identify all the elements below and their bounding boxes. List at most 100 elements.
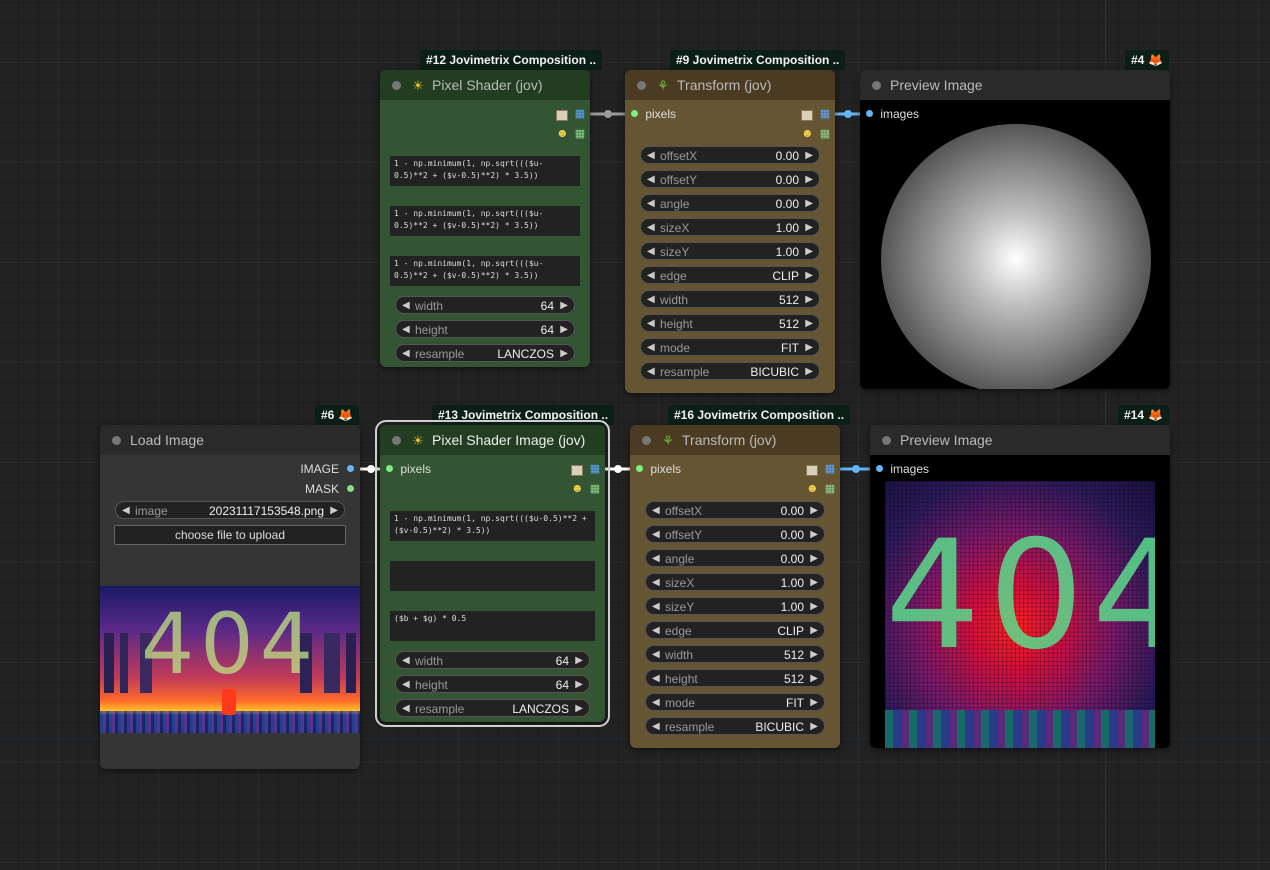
decrement-arrow-icon[interactable]: ◀ [647, 195, 655, 213]
decrement-arrow-icon[interactable]: ◀ [402, 297, 410, 315]
mask-output-icon[interactable]: ☻ [556, 127, 569, 139]
decrement-arrow-icon[interactable]: ◀ [402, 652, 410, 670]
input-dot-icon[interactable] [876, 465, 883, 473]
increment-arrow-icon[interactable]: ▶ [575, 700, 583, 718]
upload-button[interactable]: choose file to upload [114, 525, 346, 545]
increment-arrow-icon[interactable]: ▶ [810, 622, 818, 640]
expression-field-r[interactable]: 1 - np.minimum(1, np.sqrt((($u-0.5)**2 +… [390, 511, 595, 541]
decrement-arrow-icon[interactable]: ◀ [402, 676, 410, 694]
transform-widget[interactable]: ◀ edge CLIP ▶ [645, 621, 825, 639]
increment-arrow-icon[interactable]: ▶ [810, 646, 818, 664]
image-output-icon[interactable] [556, 110, 568, 121]
transform-widget[interactable]: ◀ angle 0.00 ▶ [640, 194, 820, 212]
input-dot-icon[interactable] [631, 110, 638, 118]
output-dot-icon[interactable] [347, 465, 354, 473]
increment-arrow-icon[interactable]: ▶ [810, 574, 818, 592]
transform-widget[interactable]: ◀ sizeY 1.00 ▶ [645, 597, 825, 615]
collapse-dot-icon[interactable] [637, 80, 646, 90]
increment-arrow-icon[interactable]: ▶ [810, 526, 818, 544]
transform-widget[interactable]: ◀ sizeY 1.00 ▶ [640, 242, 820, 260]
increment-arrow-icon[interactable]: ▶ [560, 345, 568, 363]
increment-arrow-icon[interactable]: ▶ [805, 243, 813, 261]
decrement-arrow-icon[interactable]: ◀ [652, 670, 660, 688]
decrement-arrow-icon[interactable]: ◀ [122, 502, 130, 520]
mask-output-icon[interactable]: ☻ [801, 127, 814, 139]
grid-mask-output-icon[interactable]: ▦ [574, 129, 586, 140]
transform-widget[interactable]: ◀ sizeX 1.00 ▶ [645, 573, 825, 591]
increment-arrow-icon[interactable]: ▶ [575, 676, 583, 694]
transform-widget[interactable]: ◀ height 512 ▶ [640, 314, 820, 332]
collapse-dot-icon[interactable] [112, 435, 121, 445]
increment-arrow-icon[interactable]: ▶ [810, 502, 818, 520]
node-transform-16[interactable]: ⚘ Transform (jov) pixels ▦ ☻ ▦ ◀ offsetX 0.… [630, 425, 840, 748]
mask-output-slot[interactable]: MASK [305, 482, 354, 496]
transform-widget[interactable]: ◀ offsetX 0.00 ▶ [640, 146, 820, 164]
grid-output-icon[interactable]: ▦ [819, 109, 831, 120]
decrement-arrow-icon[interactable]: ◀ [652, 526, 660, 544]
transform-widget[interactable]: ◀ offsetX 0.00 ▶ [645, 501, 825, 519]
transform-widget[interactable]: ◀ angle 0.00 ▶ [645, 549, 825, 567]
image-output-icon[interactable] [806, 465, 818, 476]
increment-arrow-icon[interactable]: ▶ [810, 598, 818, 616]
images-input-slot[interactable]: images [876, 462, 929, 476]
node-transform-9[interactable]: ⚘ Transform (jov) pixels ▦ ☻ ▦ ◀ offsetX 0.… [625, 70, 835, 393]
node-preview-image-4[interactable]: Preview Image images [860, 70, 1170, 389]
decrement-arrow-icon[interactable]: ◀ [647, 363, 655, 381]
pixels-input-slot[interactable]: pixels [636, 462, 681, 476]
transform-widget[interactable]: ◀ mode FIT ▶ [640, 338, 820, 356]
increment-arrow-icon[interactable]: ▶ [810, 694, 818, 712]
decrement-arrow-icon[interactable]: ◀ [647, 267, 655, 285]
expression-field-b[interactable]: ($b + $g) * 0.5 [390, 611, 595, 641]
collapse-dot-icon[interactable] [882, 435, 891, 445]
expression-field-r[interactable]: 1 - np.minimum(1, np.sqrt((($u-0.5)**2 +… [390, 156, 580, 186]
increment-arrow-icon[interactable]: ▶ [330, 502, 338, 520]
node-title[interactable]: ☀ Pixel Shader (jov) [380, 70, 590, 100]
transform-widget[interactable]: ◀ resample BICUBIC ▶ [645, 717, 825, 735]
transform-widget[interactable]: ◀ offsetY 0.00 ▶ [640, 170, 820, 188]
decrement-arrow-icon[interactable]: ◀ [652, 646, 660, 664]
height-widget[interactable]: ◀ height 64 ▶ [395, 675, 590, 693]
increment-arrow-icon[interactable]: ▶ [805, 195, 813, 213]
images-input-slot[interactable]: images [866, 107, 919, 121]
resample-widget[interactable]: ◀ resample LANCZOS ▶ [395, 344, 575, 362]
decrement-arrow-icon[interactable]: ◀ [652, 718, 660, 736]
transform-widget[interactable]: ◀ resample BICUBIC ▶ [640, 362, 820, 380]
decrement-arrow-icon[interactable]: ◀ [647, 219, 655, 237]
increment-arrow-icon[interactable]: ▶ [560, 297, 568, 315]
decrement-arrow-icon[interactable]: ◀ [647, 243, 655, 261]
input-dot-icon[interactable] [636, 465, 643, 473]
decrement-arrow-icon[interactable]: ◀ [402, 700, 410, 718]
grid-output-icon[interactable]: ▦ [574, 109, 586, 120]
decrement-arrow-icon[interactable]: ◀ [652, 574, 660, 592]
grid-output-icon[interactable]: ▦ [824, 464, 836, 475]
decrement-arrow-icon[interactable]: ◀ [647, 339, 655, 357]
decrement-arrow-icon[interactable]: ◀ [647, 147, 655, 165]
node-title[interactable]: Preview Image [870, 425, 1170, 455]
output-dot-icon[interactable] [347, 485, 354, 493]
transform-widget[interactable]: ◀ mode FIT ▶ [645, 693, 825, 711]
collapse-dot-icon[interactable] [872, 80, 881, 90]
node-title[interactable]: ☀ Pixel Shader Image (jov) [380, 425, 605, 455]
decrement-arrow-icon[interactable]: ◀ [652, 694, 660, 712]
decrement-arrow-icon[interactable]: ◀ [652, 622, 660, 640]
decrement-arrow-icon[interactable]: ◀ [652, 550, 660, 568]
decrement-arrow-icon[interactable]: ◀ [402, 321, 410, 339]
increment-arrow-icon[interactable]: ▶ [805, 315, 813, 333]
transform-widget[interactable]: ◀ width 512 ▶ [645, 645, 825, 663]
height-widget[interactable]: ◀ height 64 ▶ [395, 320, 575, 338]
increment-arrow-icon[interactable]: ▶ [805, 339, 813, 357]
increment-arrow-icon[interactable]: ▶ [575, 652, 583, 670]
increment-arrow-icon[interactable]: ▶ [805, 363, 813, 381]
width-widget[interactable]: ◀ width 64 ▶ [395, 651, 590, 669]
width-widget[interactable]: ◀ width 64 ▶ [395, 296, 575, 314]
transform-widget[interactable]: ◀ sizeX 1.00 ▶ [640, 218, 820, 236]
resample-widget[interactable]: ◀ resample LANCZOS ▶ [395, 699, 590, 717]
grid-mask-output-icon[interactable]: ▦ [819, 129, 831, 140]
expression-field-g[interactable]: 1 - np.minimum(1, np.sqrt((($u-0.5)**2 +… [390, 206, 580, 236]
node-load-image-6[interactable]: Load Image IMAGE MASK ◀ image 202311171535… [100, 425, 360, 769]
decrement-arrow-icon[interactable]: ◀ [647, 171, 655, 189]
image-file-widget[interactable]: ◀ image 20231117153548.png ▶ [115, 501, 345, 519]
node-title[interactable]: ⚘ Transform (jov) [625, 70, 835, 100]
transform-widget[interactable]: ◀ height 512 ▶ [645, 669, 825, 687]
transform-widget[interactable]: ◀ edge CLIP ▶ [640, 266, 820, 284]
